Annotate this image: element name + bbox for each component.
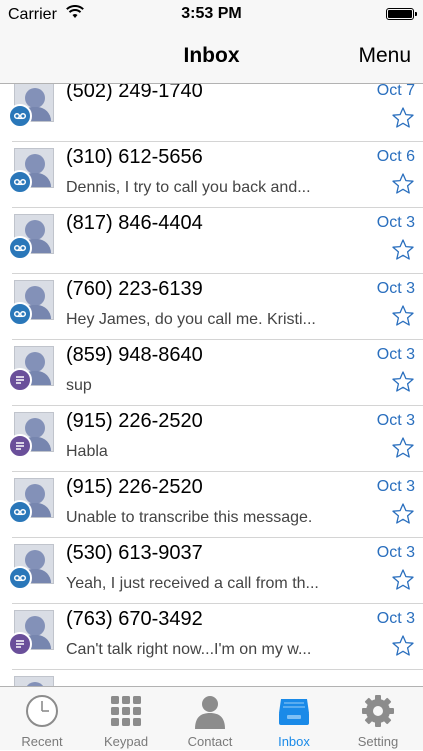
tab-label: Keypad (103, 734, 149, 749)
message-date: Oct 3 (376, 478, 415, 495)
phone-number: (763) 670-3492 (66, 608, 203, 630)
inbox-icon (279, 699, 309, 725)
message-preview: Dennis, I try to call you back and... (66, 179, 311, 196)
tab-label: Setting (357, 734, 399, 749)
star-icon[interactable] (391, 634, 415, 658)
text-message-badge-icon (8, 434, 32, 458)
star-icon[interactable] (391, 304, 415, 328)
voicemail-badge-icon (8, 302, 32, 326)
inbox-list[interactable]: (502) 249-1740 Oct 7 (310) 612-5656 Oct … (0, 84, 423, 686)
phone-number: (915) 226-2520 (66, 476, 203, 498)
message-preview: Can't talk right now...I'm on my w... (66, 641, 312, 658)
star-icon[interactable] (391, 172, 415, 196)
phone-number: (760) 223-6139 (66, 278, 203, 300)
voicemail-badge-icon (8, 500, 32, 524)
battery-icon (386, 8, 417, 20)
tab-setting[interactable]: Setting (336, 687, 420, 751)
contact-icon (195, 696, 225, 729)
star-icon[interactable] (391, 436, 415, 460)
list-item[interactable]: (915) 226-2520 Oct 3 Unable to transcrib… (0, 472, 423, 538)
voicemail-badge-icon (8, 566, 32, 590)
message-preview: Hey James, do you call me. Kristi... (66, 311, 316, 328)
list-item[interactable] (0, 670, 423, 686)
message-preview: Unable to transcribe this message. (66, 509, 313, 526)
message-preview: Yeah, I just received a call from th... (66, 575, 319, 592)
tab-contact[interactable]: Contact (168, 687, 252, 751)
phone-number: (530) 613-9037 (66, 542, 203, 564)
message-date: Oct 3 (376, 280, 415, 297)
voicemail-badge-icon (8, 104, 32, 128)
star-icon[interactable] (391, 370, 415, 394)
voicemail-badge-icon (8, 236, 32, 260)
list-item[interactable]: (817) 846-4404 Oct 3 (0, 208, 423, 274)
phone-number: (310) 612-5656 (66, 146, 203, 168)
message-preview: Habla (66, 443, 108, 460)
list-item[interactable]: (530) 613-9037 Oct 3 Yeah, I just receiv… (0, 538, 423, 604)
list-item[interactable]: (763) 670-3492 Oct 3 Can't talk right no… (0, 604, 423, 670)
tab-label: Recent (21, 734, 63, 749)
star-icon[interactable] (391, 568, 415, 592)
phone-number: (915) 226-2520 (66, 410, 203, 432)
status-bar: Carrier 3:53 PM (0, 0, 423, 28)
gear-icon (362, 695, 394, 727)
keypad-icon (111, 696, 141, 726)
menu-button[interactable]: Menu (358, 44, 411, 68)
phone-number: (817) 846-4404 (66, 212, 203, 234)
tab-label: Contact (187, 734, 233, 749)
voicemail-badge-icon (8, 170, 32, 194)
message-date: Oct 3 (376, 610, 415, 627)
list-item[interactable]: (502) 249-1740 Oct 7 (0, 84, 423, 142)
tab-keypad[interactable]: Keypad (84, 687, 168, 751)
star-icon[interactable] (391, 106, 415, 130)
message-date: Oct 3 (376, 412, 415, 429)
list-item[interactable]: (915) 226-2520 Oct 3 Habla (0, 406, 423, 472)
message-date: Oct 3 (376, 214, 415, 231)
phone-number: (859) 948-8640 (66, 344, 203, 366)
list-item[interactable]: (859) 948-8640 Oct 3 sup (0, 340, 423, 406)
message-preview: sup (66, 377, 92, 394)
tab-inbox[interactable]: Inbox (252, 687, 336, 751)
message-date: Oct 7 (376, 84, 415, 99)
tab-bar: Recent Keypad Contact Inbox Setting (0, 686, 423, 750)
message-date: Oct 3 (376, 544, 415, 561)
star-icon[interactable] (391, 238, 415, 262)
avatar (14, 676, 54, 686)
message-date: Oct 6 (376, 148, 415, 165)
tab-label: Inbox (278, 734, 310, 749)
star-icon[interactable] (391, 502, 415, 526)
tab-recent[interactable]: Recent (0, 687, 84, 751)
text-message-badge-icon (8, 368, 32, 392)
list-item[interactable]: (760) 223-6139 Oct 3 Hey James, do you c… (0, 274, 423, 340)
list-item[interactable]: (310) 612-5656 Oct 6 Dennis, I try to ca… (0, 142, 423, 208)
phone-number: (502) 249-1740 (66, 84, 203, 102)
navigation-bar: Inbox Menu (0, 28, 423, 84)
status-time: 3:53 PM (181, 5, 242, 22)
clock-icon (26, 695, 58, 727)
message-date: Oct 3 (376, 346, 415, 363)
text-message-badge-icon (8, 632, 32, 656)
